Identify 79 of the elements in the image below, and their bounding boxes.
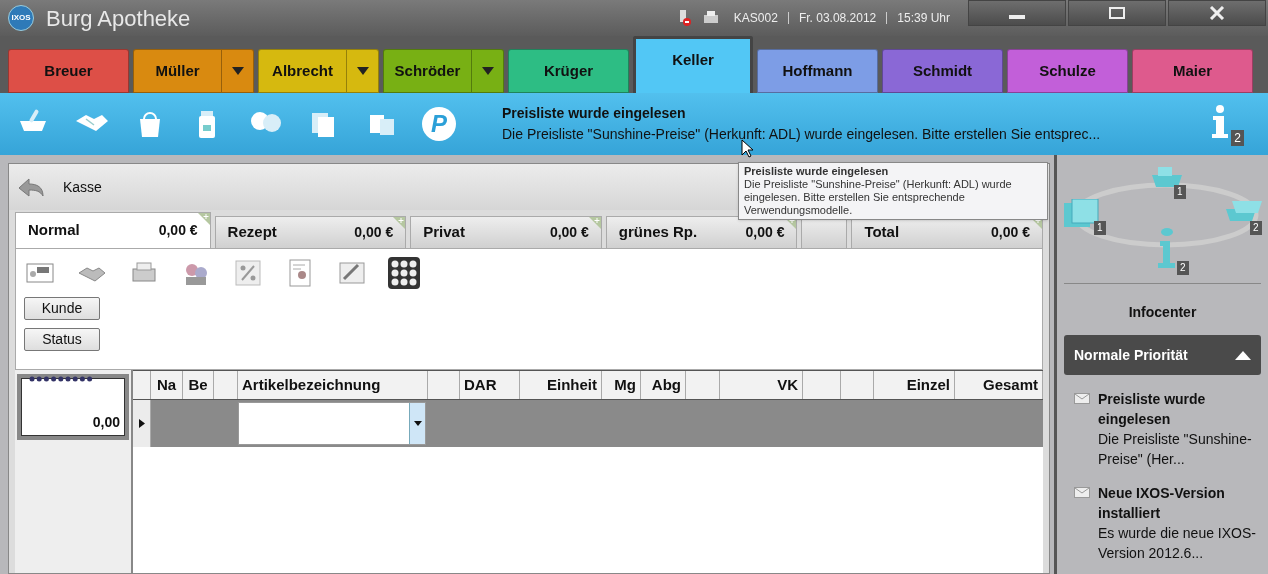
minimize-icon xyxy=(1008,15,1026,19)
caret-icon xyxy=(481,67,494,75)
receipt-tab[interactable]: grünes Rp. 0,00 € xyxy=(605,216,798,248)
customer-tab[interactable]: Krüger xyxy=(508,49,629,93)
date-label: Fr. 03.08.2012 xyxy=(798,10,877,27)
customer-tab[interactable]: Breuer xyxy=(8,49,129,93)
action-button[interactable]: Kunde xyxy=(24,297,100,320)
back-arrow-icon[interactable] xyxy=(17,176,45,198)
cash-register-icon[interactable] xyxy=(1150,165,1184,189)
close-button[interactable] xyxy=(1168,0,1266,26)
count-badge: 2 xyxy=(1231,130,1244,146)
column-header[interactable]: Be xyxy=(183,371,214,399)
percent-icon[interactable] xyxy=(232,257,264,289)
receipt-tab[interactable]: Normal 0,00 € xyxy=(15,212,211,248)
column-header[interactable]: Abg xyxy=(641,371,686,399)
minimize-button[interactable] xyxy=(968,0,1066,26)
infocenter-title: Infocenter xyxy=(1127,303,1198,322)
plus-corner-icon xyxy=(393,217,406,229)
row-pointer-icon xyxy=(138,419,145,428)
maximize-button[interactable] xyxy=(1068,0,1166,26)
tab-amount: 0,00 € xyxy=(991,223,1030,242)
customer-tab[interactable]: Maier xyxy=(1132,49,1253,93)
customer-tab[interactable]: Schmidt xyxy=(882,49,1003,93)
priority-header[interactable]: Normale Priorität xyxy=(1064,335,1261,375)
tab-amount: 0,00 € xyxy=(549,223,589,242)
time-label: 15:39 Uhr xyxy=(897,10,950,27)
envelope-icon[interactable] xyxy=(1074,393,1090,404)
tab-amount: 0,00 € xyxy=(158,221,198,240)
message-title[interactable]: Preisliste wurde eingelesen xyxy=(1098,389,1260,429)
message-title: Preisliste wurde eingelesen xyxy=(502,104,687,123)
message-title[interactable]: Neue IXOS-Version installiert xyxy=(1098,483,1260,523)
column-header[interactable]: DAR xyxy=(460,371,520,399)
keypad-icon[interactable] xyxy=(388,257,420,289)
window-title: Burg Apotheke xyxy=(46,4,191,33)
column-header[interactable]: Gesamt xyxy=(955,371,1043,399)
app-logo: IXOS xyxy=(8,5,34,31)
caret-icon xyxy=(356,67,369,75)
caret-icon xyxy=(231,67,244,75)
spiral-binding-icon xyxy=(28,375,94,383)
tab-amount: 0,00 € xyxy=(745,223,785,242)
customer-tab[interactable]: Hoffmann xyxy=(757,49,878,93)
customer-tab[interactable]: Keller xyxy=(633,36,753,93)
column-header[interactable]: Artikelbezeichnung xyxy=(238,371,428,399)
collapse-arrow-icon xyxy=(1235,350,1251,360)
customer-tab[interactable]: Albrecht xyxy=(258,49,379,93)
dropdown-button[interactable] xyxy=(409,403,425,444)
column-header[interactable]: Na xyxy=(151,371,183,399)
message-text: Es wurde die neue IXOS-Version 2012.6... xyxy=(1098,524,1257,563)
column-header[interactable]: Einheit xyxy=(520,371,602,399)
action-button[interactable]: Status xyxy=(24,328,100,351)
envelope-icon[interactable] xyxy=(1074,487,1090,498)
count-badge: 1 xyxy=(1174,185,1186,199)
article-field[interactable] xyxy=(238,402,426,445)
maximize-icon xyxy=(1108,6,1126,20)
plus-corner-icon xyxy=(197,213,210,225)
plus-corner-icon xyxy=(588,217,601,229)
close-icon xyxy=(1208,6,1226,20)
column-header[interactable]: Einzel xyxy=(874,371,955,399)
tab-amount: 0,00 € xyxy=(354,223,394,242)
tooltip-title: Preisliste wurde eingelesen xyxy=(744,165,890,178)
customer-tab[interactable]: Schröder xyxy=(383,49,504,93)
column-header[interactable]: Mg xyxy=(602,371,641,399)
message-text: Die Preisliste "Sunshine-Preise" (Herkunft: ADL) wurde eingelesen. Bitte erstellen Sie entsprec... xyxy=(502,125,1101,144)
receipt-tab[interactable]: Rezept 0,00 € xyxy=(214,216,407,248)
message-text: Die Preisliste "Sunshine-Preise" (Her... xyxy=(1098,430,1253,469)
caret-icon xyxy=(413,421,422,426)
station-label: KAS002 xyxy=(733,10,778,27)
printer-icon xyxy=(701,10,720,26)
receipt-tab[interactable]: Privat 0,00 € xyxy=(410,216,602,248)
column-header[interactable]: VK xyxy=(720,371,803,399)
receipt-total: 0,00 xyxy=(92,413,120,432)
count-badge: 2 xyxy=(1177,261,1189,275)
panel-title: Kasse xyxy=(63,177,102,197)
tooltip-text: Die Preisliste "Sunshine-Preise" (Herkunft: ADL) wurde eingelesen. Bitte erstellen Sie entsprechende Verwendungsmodelle. xyxy=(744,178,1013,217)
count-badge: 1 xyxy=(1094,221,1106,235)
windows-icon[interactable] xyxy=(1064,199,1100,229)
count-badge: 2 xyxy=(1250,221,1262,235)
customer-tab[interactable]: Müller xyxy=(133,49,254,93)
customer-tab[interactable]: Schulze xyxy=(1007,49,1128,93)
